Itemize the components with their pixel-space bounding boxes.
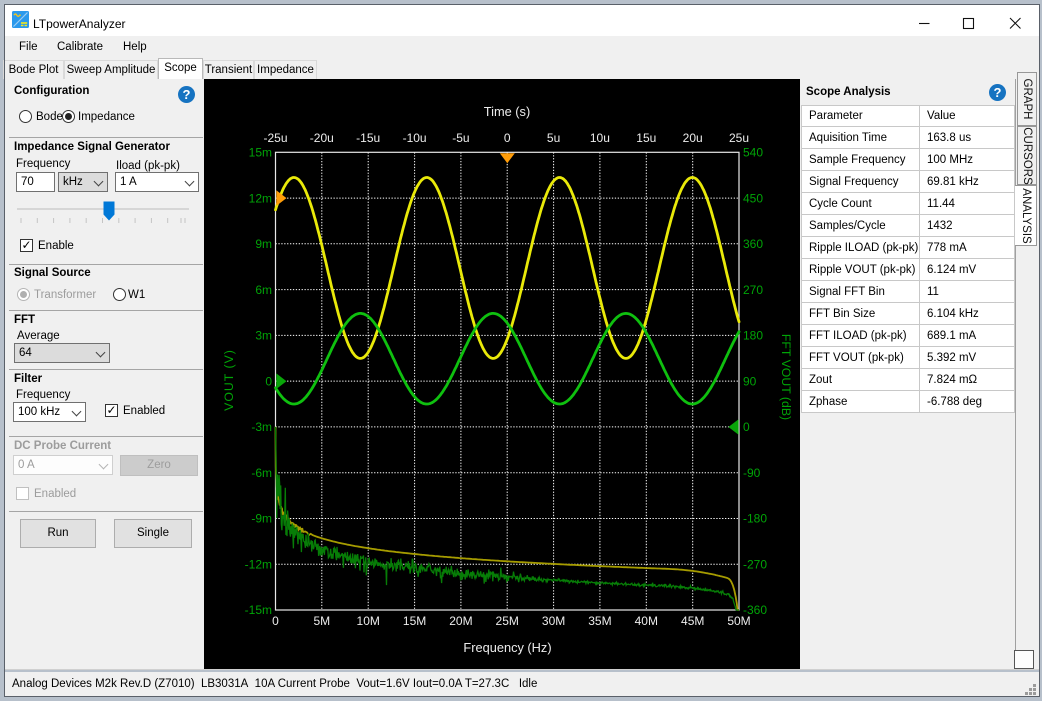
svg-text:30M: 30M [542,614,565,628]
svg-text:5u: 5u [547,131,560,145]
svg-text:-180: -180 [743,512,767,526]
svg-text:5M: 5M [313,614,330,628]
svg-text:9m: 9m [255,237,272,251]
svg-text:6m: 6m [255,283,272,297]
svg-text:450: 450 [743,191,763,205]
svg-text:15m: 15m [249,146,272,160]
svg-text:-6m: -6m [251,466,272,480]
svg-text:360: 360 [743,237,763,251]
svg-text:90: 90 [743,374,757,388]
svg-text:0: 0 [265,374,272,388]
svg-text:Frequency (Hz): Frequency (Hz) [463,640,551,655]
svg-text:20M: 20M [449,614,472,628]
svg-text:-9m: -9m [251,512,272,526]
svg-text:-10u: -10u [403,131,427,145]
svg-text:540: 540 [743,146,763,160]
svg-text:-20u: -20u [310,131,334,145]
svg-text:20u: 20u [683,131,703,145]
svg-text:0: 0 [743,420,750,434]
svg-text:FFT VOUT (dB): FFT VOUT (dB) [779,334,793,420]
svg-text:-360: -360 [743,603,767,617]
svg-text:10M: 10M [357,614,380,628]
svg-text:VOUT (V): VOUT (V) [222,349,236,411]
svg-text:25M: 25M [496,614,519,628]
svg-text:40M: 40M [635,614,658,628]
svg-text:-25u: -25u [263,131,287,145]
svg-text:-90: -90 [743,466,761,480]
svg-text:0: 0 [272,614,279,628]
svg-text:10u: 10u [590,131,610,145]
svg-text:-15u: -15u [356,131,380,145]
svg-text:-5u: -5u [452,131,469,145]
svg-text:15u: 15u [636,131,656,145]
svg-text:25u: 25u [729,131,749,145]
svg-text:35M: 35M [588,614,611,628]
svg-text:0: 0 [504,131,511,145]
svg-text:15M: 15M [403,614,426,628]
svg-text:-270: -270 [743,557,767,571]
svg-text:3m: 3m [255,329,272,343]
svg-text:45M: 45M [681,614,704,628]
svg-text:270: 270 [743,283,763,297]
svg-text:Time (s): Time (s) [484,104,530,119]
svg-text:-3m: -3m [251,420,272,434]
svg-text:180: 180 [743,329,763,343]
svg-text:-12m: -12m [245,557,272,571]
svg-text:12m: 12m [249,191,272,205]
svg-text:-15m: -15m [245,603,272,617]
